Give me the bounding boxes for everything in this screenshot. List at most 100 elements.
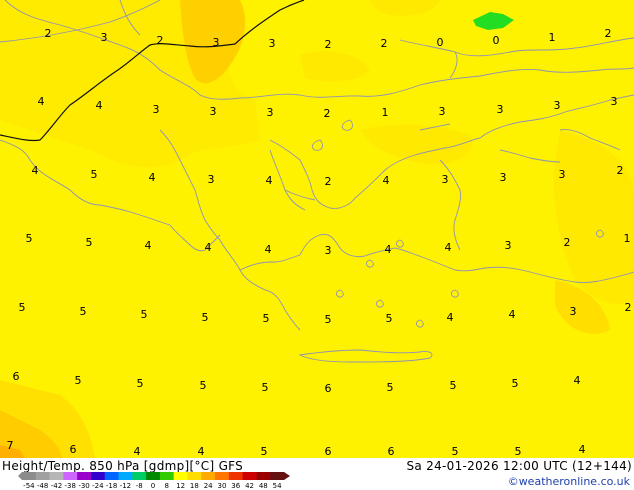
contour-value: 1 — [549, 31, 556, 44]
colorbar-segment — [104, 472, 120, 480]
colorbar-segment — [77, 472, 92, 480]
contour-value: 2 — [564, 236, 571, 249]
contour-value: 5 — [141, 308, 148, 321]
weather-map: 2 3 2 3 3 2 2 0 0 1 2 4 4 3 3 3 2 1 3 3 3 3 4 5 4 3 4 2 4 3 3 3 2 5 5 4 4 4 3 4… — [0, 0, 634, 458]
contour-value: 5 — [261, 445, 268, 458]
contour-value: 3 — [500, 171, 507, 184]
contour-value: 4 — [383, 174, 390, 187]
colorbar-segment — [256, 472, 271, 480]
colorbar-tick: -24 — [92, 482, 104, 490]
contour-value: 3 — [554, 99, 561, 112]
contour-value: 5 — [80, 305, 87, 318]
contour-value: 0 — [493, 34, 500, 47]
colorbar-segment — [159, 472, 175, 480]
colorbar-segment — [228, 472, 244, 480]
contour-value: 6 — [70, 443, 77, 456]
contour-value: 5 — [450, 379, 457, 392]
map-canvas: 2 3 2 3 3 2 2 0 0 1 2 4 4 3 3 3 2 1 3 3 3 3 4 5 4 3 4 2 4 3 3 3 2 5 5 4 4 4 3 4… — [0, 0, 634, 458]
contour-value: 5 — [86, 236, 93, 249]
map-datetime: Sa 24-01-2026 12:00 UTC (12+144) — [406, 459, 632, 473]
contour-value: 6 — [13, 370, 20, 383]
colorbar-tick: 0 — [151, 482, 155, 490]
colorbar-tick: 12 — [176, 482, 185, 490]
contour-value: 5 — [325, 313, 332, 326]
contour-value: 6 — [388, 445, 395, 458]
contour-value: 1 — [624, 232, 631, 245]
contour-value: 3 — [210, 105, 217, 118]
contour-value: 5 — [137, 377, 144, 390]
colorbar-segment — [63, 472, 78, 480]
contour-value: 5 — [26, 232, 33, 245]
colorbar-segment — [22, 472, 37, 480]
colorbar-segment — [90, 472, 106, 480]
contour-value: 4 — [38, 95, 45, 108]
contour-value: 4 — [149, 171, 156, 184]
contour-value: 3 — [611, 95, 618, 108]
colorbar-tick: 8 — [165, 482, 169, 490]
colorbar-segment — [146, 472, 161, 480]
contour-value: 4 — [32, 164, 39, 177]
contour-value: 2 — [617, 164, 624, 177]
contour-value: 1 — [382, 106, 389, 119]
contour-value: 2 — [324, 107, 331, 120]
contour-value: 5 — [200, 379, 207, 392]
contour-value: 5 — [202, 311, 209, 324]
colorbar-tick: 18 — [190, 482, 199, 490]
colorbar-segment — [118, 472, 133, 480]
contour-value: 4 — [266, 174, 273, 187]
contour-value: 4 — [385, 243, 392, 256]
contour-value: 5 — [91, 168, 98, 181]
colorbar-tick: -30 — [78, 482, 89, 490]
contour-value: 3 — [267, 106, 274, 119]
contour-value: 3 — [442, 173, 449, 186]
map-footer: Height/Temp. 850 hPa [gdmp][°C] GFS Sa 2… — [0, 458, 634, 490]
colorbar-tick: -54 — [23, 482, 35, 490]
contour-value: 4 — [198, 445, 205, 458]
contour-value: 7 — [7, 439, 14, 452]
contour-value: 4 — [509, 308, 516, 321]
colorbar-tick: -42 — [51, 482, 62, 490]
contour-value: 4 — [96, 99, 103, 112]
colorbar-tick: 36 — [231, 482, 240, 490]
contour-value: 3 — [559, 168, 566, 181]
contour-value: 2 — [325, 38, 332, 51]
contour-value: 3 — [570, 305, 577, 318]
colorbar-tick: -18 — [106, 482, 117, 490]
colorbar-tick: -48 — [37, 482, 48, 490]
contour-value: 2 — [625, 301, 632, 314]
colorbar-tick: 48 — [259, 482, 268, 490]
credit-link[interactable]: ©weatheronline.co.uk — [508, 475, 630, 488]
contour-value: 5 — [19, 301, 26, 314]
colorbar: -54 -48 -42 -38 -30 -24 -18 -12 -8 0 8 12 18 24 30 36 42… — [18, 472, 290, 490]
colorbar-tick: 30 — [217, 482, 226, 490]
contour-value: 6 — [325, 382, 332, 395]
contour-value: 3 — [497, 103, 504, 116]
colorbar-tick: -12 — [120, 482, 131, 490]
colorbar-segment — [215, 472, 230, 480]
contour-value: 3 — [505, 239, 512, 252]
contour-value: 4 — [579, 443, 586, 456]
contour-value: 2 — [605, 27, 612, 40]
contour-value: 2 — [157, 34, 164, 47]
contour-value: 4 — [445, 241, 452, 254]
contour-value: 2 — [381, 37, 388, 50]
contour-value: 3 — [269, 37, 276, 50]
contour-value: 3 — [208, 173, 215, 186]
contour-value: 5 — [263, 312, 270, 325]
contour-value: 4 — [145, 239, 152, 252]
contour-value: 5 — [387, 381, 394, 394]
contour-value: 5 — [386, 312, 393, 325]
contour-value: 2 — [45, 27, 52, 40]
colorbar-segment — [35, 472, 51, 480]
colorbar-tick: -8 — [136, 482, 143, 490]
colorbar-left-arrow — [18, 472, 22, 480]
contour-value: 5 — [452, 445, 459, 458]
colorbar-tick: 24 — [204, 482, 213, 490]
colorbar-segment — [132, 472, 147, 480]
contour-value: 4 — [205, 241, 212, 254]
contour-value: 0 — [437, 36, 444, 49]
contour-value: 4 — [447, 311, 454, 324]
colorbar-segment — [49, 472, 64, 480]
contour-value: 5 — [262, 381, 269, 394]
contour-value: 4 — [574, 374, 581, 387]
